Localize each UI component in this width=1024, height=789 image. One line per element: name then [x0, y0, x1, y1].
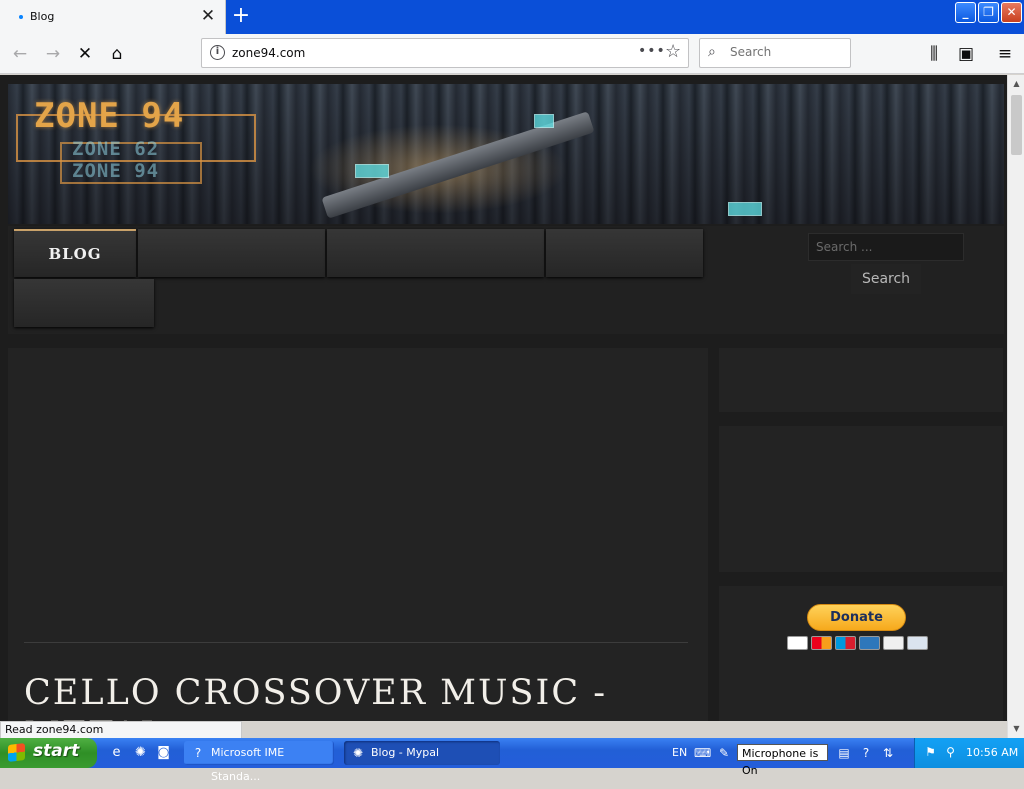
- bookmark-star-icon[interactable]: ☆: [665, 41, 681, 62]
- new-tab-button[interactable]: +: [230, 3, 252, 29]
- banner-hologram: [534, 114, 554, 128]
- task-label: Microsoft IME Standa...: [211, 746, 285, 783]
- visa-icon: [787, 636, 808, 650]
- help-icon: ?: [194, 746, 202, 760]
- pen-icon[interactable]: ✎: [716, 745, 732, 761]
- task-label: Blog - Mypal: [371, 746, 440, 759]
- back-arrow-icon[interactable]: ←: [6, 40, 34, 68]
- sidebar-widget: [719, 426, 1003, 572]
- banner-hologram: [728, 202, 762, 216]
- start-label: start: [33, 741, 80, 761]
- taskbar-item-ime[interactable]: ? Microsoft IME Standa...: [184, 741, 334, 783]
- scroll-down-icon[interactable]: ▼: [1010, 722, 1023, 735]
- tab-blog[interactable]: Blog ✕: [0, 0, 226, 34]
- maestro-icon: [835, 636, 856, 650]
- tab-bar: Blog ✕ + _ ❐ ✕: [0, 0, 1024, 34]
- mypal-icon: ✺: [352, 746, 364, 760]
- site-navigation: BLOG Search: [8, 226, 1004, 334]
- search-icon: ⌕: [708, 44, 716, 60]
- browser-search-input[interactable]: [730, 45, 840, 59]
- tab-close-icon[interactable]: ✕: [199, 6, 217, 26]
- discover-icon: [883, 636, 904, 650]
- site-header-banner[interactable]: ZONE 94 ZONE 62 ZONE 94: [8, 84, 1004, 224]
- show-desktop-icon[interactable]: ◙: [155, 744, 172, 761]
- site-search-input[interactable]: [808, 233, 964, 261]
- options-icon[interactable]: ⇅: [880, 745, 896, 761]
- language-indicator[interactable]: EN: [672, 746, 687, 759]
- status-bar: Read zone94.com: [0, 721, 242, 739]
- menu-item[interactable]: [327, 229, 544, 277]
- url-text[interactable]: zone94.com: [232, 46, 305, 60]
- close-window-button[interactable]: ✕: [1001, 2, 1022, 23]
- bank-icon: [907, 636, 928, 650]
- library-icon[interactable]: ⫼: [920, 40, 948, 68]
- donate-button[interactable]: Donate: [807, 604, 906, 631]
- address-bar[interactable]: i zone94.com ••• ☆: [201, 38, 689, 68]
- minimize-button[interactable]: _: [955, 2, 976, 23]
- home-icon[interactable]: ⌂: [103, 40, 131, 68]
- scroll-thumb[interactable]: [1011, 95, 1022, 155]
- site-logo[interactable]: ZONE 94: [34, 96, 184, 136]
- search-icon[interactable]: ⚲: [943, 745, 958, 760]
- menu-item[interactable]: [138, 229, 325, 277]
- system-tray: ⚑ ⚲ 10:56 AM: [914, 738, 1024, 768]
- menu-item[interactable]: [546, 229, 703, 277]
- menu-item-blog[interactable]: BLOG: [14, 229, 136, 277]
- post-divider: [24, 642, 688, 643]
- restore-button[interactable]: ❐: [978, 2, 999, 23]
- page-actions-icon[interactable]: •••: [638, 43, 666, 59]
- payment-cards: [787, 636, 928, 650]
- speech-balloon-icon[interactable]: ▤: [836, 745, 852, 761]
- windows-logo-icon: [8, 743, 25, 762]
- post-title[interactable]: CELLO CROSSOVER MUSIC - METAL: [24, 672, 694, 721]
- start-button[interactable]: start: [0, 738, 97, 768]
- browser-search-box[interactable]: ⌕: [699, 38, 851, 68]
- mastercard-icon: [811, 636, 832, 650]
- loading-indicator-icon: [19, 15, 23, 19]
- network-icon[interactable]: ⚑: [923, 745, 938, 760]
- stop-loading-icon[interactable]: ✕: [71, 40, 99, 68]
- taskbar: start e ✺ ◙ ? Microsoft IME Standa... ✺ …: [0, 738, 1024, 783]
- site-search-button[interactable]: Search: [851, 264, 921, 294]
- internet-explorer-icon[interactable]: e: [108, 744, 125, 761]
- forward-arrow-icon[interactable]: →: [39, 40, 67, 68]
- sidebar-toggle-icon[interactable]: ▣: [952, 40, 980, 68]
- microphone-status[interactable]: Microphone is On: [737, 744, 828, 777]
- sidebar-widget: [719, 348, 1003, 412]
- menu-hamburger-icon[interactable]: ≡: [991, 40, 1019, 68]
- help-icon[interactable]: ?: [858, 745, 874, 761]
- banner-hologram: [355, 164, 389, 178]
- logo-subtitle-2: ZONE 94: [72, 160, 160, 182]
- firefox-icon[interactable]: ✺: [132, 744, 149, 761]
- vertical-scrollbar[interactable]: ▲ ▼: [1007, 75, 1024, 738]
- taskbar-item-blog[interactable]: ✺ Blog - Mypal: [344, 741, 500, 765]
- scroll-up-icon[interactable]: ▲: [1010, 77, 1023, 90]
- amex-icon: [859, 636, 880, 650]
- tab-title: Blog: [30, 10, 55, 23]
- navigation-toolbar: ← → ✕ ⌂ i zone94.com ••• ☆ ⌕ ⫼ ▣ ≡: [0, 34, 1024, 74]
- logo-subtitle-1: ZONE 62: [72, 138, 160, 160]
- site-info-icon[interactable]: i: [210, 45, 225, 60]
- menu-item[interactable]: [14, 279, 154, 327]
- menu-item-label: BLOG: [48, 245, 102, 263]
- main-content: CELLO CROSSOVER MUSIC - METAL: [8, 348, 708, 721]
- keyboard-icon[interactable]: ⌨: [694, 745, 711, 761]
- clock[interactable]: 10:56 AM: [966, 746, 1018, 759]
